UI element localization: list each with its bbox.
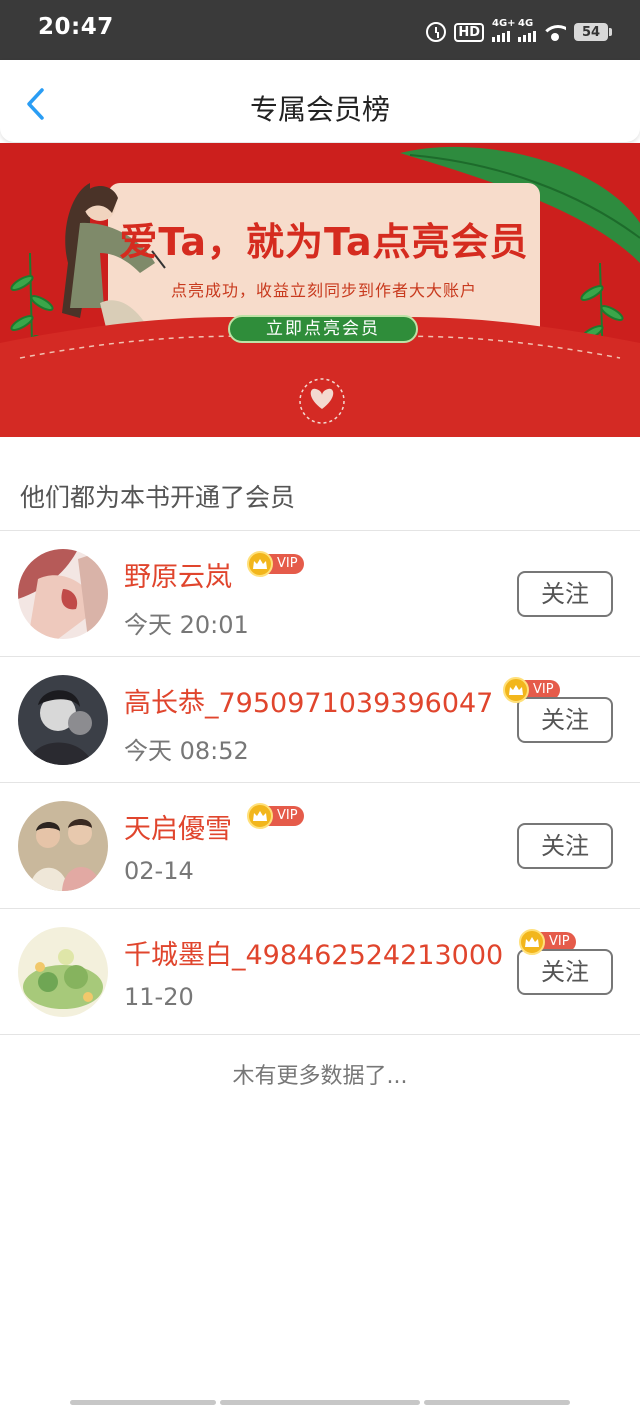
member-name[interactable]: 高长恭_7950971039396047 [124, 681, 493, 720]
light-up-vip-button[interactable]: 立即点亮会员 [228, 315, 418, 343]
status-icons: HD 4G+ 4G 54 [426, 18, 612, 44]
no-more-data-text: 木有更多数据了... [232, 1064, 408, 1089]
nav-bar: 专属会员榜 [0, 60, 640, 142]
banner-headline: 爱Ta，就为Ta点亮会员 [119, 220, 529, 264]
avatar[interactable] [18, 927, 108, 1017]
section-title: 他们都为本书开通了会员 [20, 483, 296, 512]
signal-4g-icon: 4G [518, 18, 536, 42]
battery-icon: 54 [574, 23, 612, 41]
promo-banner[interactable]: 爱Ta，就为Ta点亮会员 点亮成功，收益立刻同步到作者大大账户 立即点亮会员 [0, 143, 640, 437]
divider [0, 1034, 640, 1035]
follow-button[interactable]: 关注 [517, 697, 613, 743]
alarm-icon [426, 22, 447, 42]
avatar[interactable] [18, 549, 108, 639]
member-join-time: 02-14 [124, 857, 194, 885]
member-name[interactable]: 野原云岚 [124, 555, 232, 594]
crown-icon [519, 929, 545, 955]
member-name[interactable]: 千城墨白_498462524213000 [124, 933, 503, 972]
status-bar: 20:47 HD 4G+ 4G 54 [0, 0, 640, 60]
avatar[interactable] [18, 675, 108, 765]
vip-badge: VIP [247, 551, 304, 577]
banner-subline: 点亮成功，收益立刻同步到作者大大账户 [170, 281, 477, 300]
member-join-time: 11-20 [124, 983, 194, 1011]
follow-button[interactable]: 关注 [517, 949, 613, 995]
wifi-icon [544, 23, 566, 41]
list-item[interactable]: 野原云岚 VIP 今天 20:01 关注 [0, 531, 640, 657]
list-item[interactable]: 千城墨白_498462524213000 VIP 11-20 关注 [0, 909, 640, 1035]
follow-button[interactable]: 关注 [517, 823, 613, 869]
member-join-time: 今天 08:52 [124, 737, 249, 765]
follow-button[interactable]: 关注 [517, 571, 613, 617]
vip-badge: VIP [247, 803, 304, 829]
crown-icon [503, 677, 529, 703]
list-item[interactable]: 高长恭_7950971039396047 VIP 今天 08:52 关注 [0, 657, 640, 783]
signal-4g-plus-icon: 4G+ [492, 18, 516, 42]
avatar[interactable] [18, 801, 108, 891]
crown-icon [247, 551, 273, 577]
member-join-time: 今天 20:01 [124, 611, 249, 639]
home-indicator [424, 1400, 570, 1405]
status-time: 20:47 [38, 14, 114, 40]
list-item[interactable]: 天启優雪 VIP 02-14 关注 [0, 783, 640, 909]
hd-voice-icon: HD [454, 22, 484, 42]
member-name[interactable]: 天启優雪 [124, 807, 232, 846]
home-indicator [220, 1400, 420, 1405]
home-indicator [70, 1400, 216, 1405]
crown-icon [247, 803, 273, 829]
page-title: 专属会员榜 [249, 93, 390, 126]
